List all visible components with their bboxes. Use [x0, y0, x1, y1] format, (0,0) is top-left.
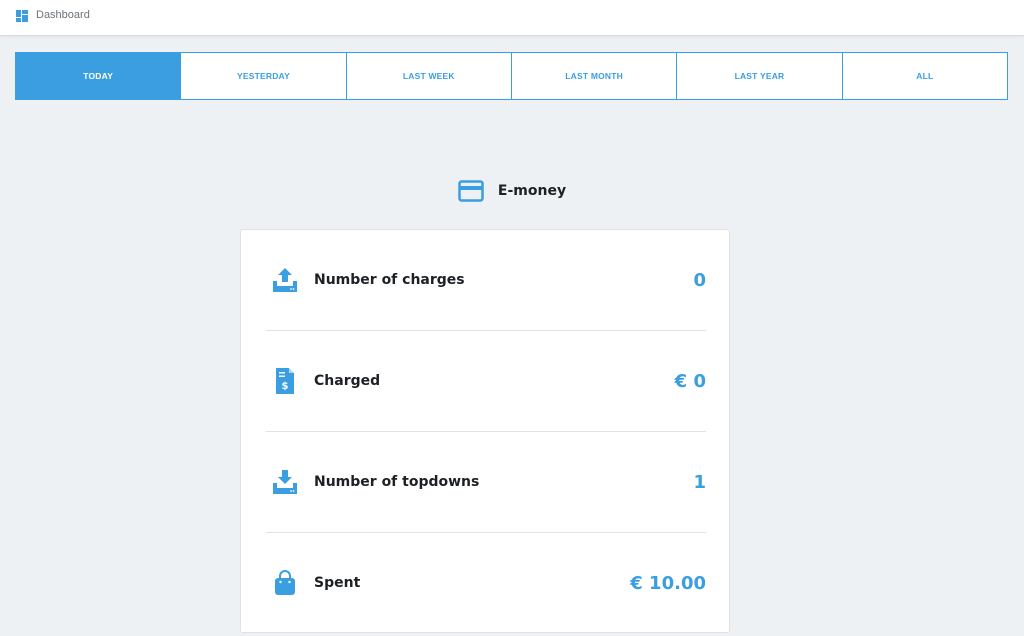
tab-last-year[interactable]: LAST YEAR [676, 53, 841, 99]
stat-value: 0 [693, 269, 706, 291]
stat-value: € 0 [674, 370, 706, 392]
shopping-bag-icon [271, 569, 299, 597]
stat-row-charged: $ Charged € 0 [266, 331, 706, 431]
stat-label: Charged [314, 373, 381, 389]
invoice-dollar-icon: $ [271, 367, 299, 395]
stat-value: € 10.00 [630, 572, 706, 594]
svg-text:$: $ [282, 381, 289, 392]
download-tray-icon [271, 468, 299, 496]
stats-panel: Number of charges 0 $ Charged € 0 Number… [240, 229, 730, 633]
period-tabs: TODAY YESTERDAY LAST WEEK LAST MONTH LAS… [15, 52, 1008, 100]
tab-last-week[interactable]: LAST WEEK [345, 53, 511, 99]
stat-row-spent: Spent € 10.00 [266, 533, 706, 633]
stat-label: Number of charges [314, 272, 465, 288]
credit-card-icon [458, 180, 484, 202]
dashboard-grid-icon[interactable] [16, 10, 28, 22]
stat-value: 1 [693, 471, 706, 493]
stat-row-charges: Number of charges 0 [266, 230, 706, 330]
stat-label: Spent [314, 575, 361, 591]
section-header: E-money [0, 178, 1024, 204]
section-title: E-money [497, 183, 567, 199]
top-bar: Dashboard [0, 0, 1024, 36]
stat-label: Number of topdowns [314, 474, 480, 490]
upload-tray-icon [271, 266, 299, 294]
tab-last-month[interactable]: LAST MONTH [510, 53, 676, 99]
tab-all[interactable]: ALL [841, 53, 1007, 99]
stat-row-topdowns: Number of topdowns 1 [266, 432, 706, 532]
page-title[interactable]: Dashboard [36, 9, 90, 21]
tab-today[interactable]: TODAY [16, 53, 181, 99]
tab-yesterday[interactable]: YESTERDAY [180, 53, 345, 99]
